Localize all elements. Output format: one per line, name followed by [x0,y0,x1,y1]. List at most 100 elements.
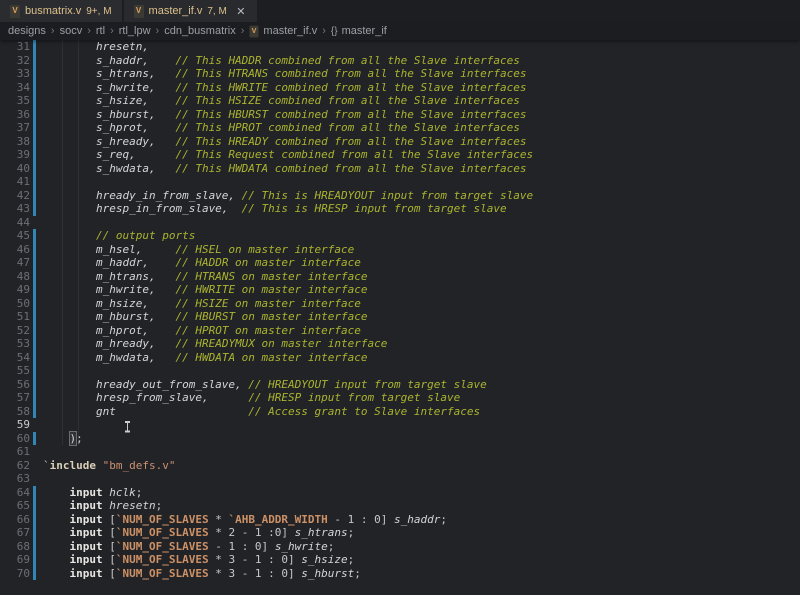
code-text[interactable]: m_hprot, // HPROT on master interface [36,324,361,338]
code-line[interactable]: 51 m_hburst, // HBURST on master interfa… [0,310,800,324]
line-number[interactable]: 39 [0,148,30,162]
code-line[interactable]: 44 [0,216,800,230]
code-line[interactable]: 69 input [`NUM_OF_SLAVES * 3 - 1 : 0] s_… [0,553,800,567]
code-line[interactable]: 32 s_haddr, // This HADDR combined from … [0,54,800,68]
code-line[interactable]: 46 m_hsel, // HSEL on master interface [0,243,800,257]
code-text[interactable]: s_htrans, // This HTRANS combined from a… [36,67,526,81]
code-text[interactable] [36,472,43,486]
line-number[interactable]: 35 [0,94,30,108]
code-text[interactable]: s_hprot, // This HPROT combined from all… [36,121,520,135]
breadcrumb-item-socv[interactable]: socv [60,25,83,37]
code-line[interactable]: 56 hready_out_from_slave, // HREADYOUT i… [0,378,800,392]
line-number[interactable]: 58 [0,405,30,419]
code-line[interactable]: 62`include "bm_defs.v" [0,459,800,473]
code-line[interactable]: 53 m_hready, // HREADYMUX on master inte… [0,337,800,351]
line-number[interactable]: 44 [0,216,30,230]
code-text[interactable]: input [`NUM_OF_SLAVES * `AHB_ADDR_WIDTH … [36,513,447,527]
code-editor[interactable]: 31 hresetn,32 s_haddr, // This HADDR com… [0,40,800,595]
code-text[interactable]: input [`NUM_OF_SLAVES * 3 - 1 : 0] s_hsi… [36,553,354,567]
breadcrumb-item-master_if.v[interactable]: master_if.v [263,25,317,37]
code-line[interactable]: 61 [0,445,800,459]
code-text[interactable]: s_hwrite, // This HWRITE combined from a… [36,81,526,95]
code-text[interactable]: m_hwrite, // HWRITE on master interface [36,283,368,297]
line-number[interactable]: 38 [0,135,30,149]
line-number[interactable]: 69 [0,553,30,567]
code-line[interactable]: 38 s_hready, // This HREADY combined fro… [0,135,800,149]
code-text[interactable]: input [`NUM_OF_SLAVES * 3 - 1 : 0] s_hbu… [36,567,361,581]
line-number[interactable]: 51 [0,310,30,324]
code-text[interactable]: s_hready, // This HREADY combined from a… [36,135,526,149]
line-number[interactable]: 33 [0,67,30,81]
code-text[interactable]: hresetn, [36,40,149,54]
line-number[interactable]: 68 [0,540,30,554]
code-text[interactable]: hready_out_from_slave, // HREADYOUT inpu… [36,378,487,392]
line-number[interactable]: 64 [0,486,30,500]
code-line[interactable]: 66 input [`NUM_OF_SLAVES * `AHB_ADDR_WID… [0,513,800,527]
code-line[interactable]: 54 m_hwdata, // HWDATA on master interfa… [0,351,800,365]
code-text[interactable]: ); [36,432,83,446]
code-text[interactable]: input [`NUM_OF_SLAVES - 1 : 0] s_hwrite; [36,540,334,554]
line-number[interactable]: 56 [0,378,30,392]
code-line[interactable]: 58 gnt // Access grant to Slave interfac… [0,405,800,419]
line-number[interactable]: 50 [0,297,30,311]
line-number[interactable]: 31 [0,40,30,54]
line-number[interactable]: 53 [0,337,30,351]
code-text[interactable]: input hclk; [36,486,142,500]
code-line[interactable]: 50 m_hsize, // HSIZE on master interface [0,297,800,311]
code-line[interactable]: 36 s_hburst, // This HBURST combined fro… [0,108,800,122]
code-line[interactable]: 43 hresp_in_from_slave, // This is HRESP… [0,202,800,216]
code-line[interactable]: 31 hresetn, [0,40,800,54]
code-line[interactable]: 45 // output ports [0,229,800,243]
breadcrumb-item-rtl_lpw[interactable]: rtl_lpw [119,25,151,37]
code-line[interactable]: 39 s_req, // This Request combined from … [0,148,800,162]
code-text[interactable] [36,216,43,230]
code-line[interactable]: 41 [0,175,800,189]
line-number[interactable]: 55 [0,364,30,378]
code-text[interactable]: s_haddr, // This HADDR combined from all… [36,54,520,68]
breadcrumb-item-designs[interactable]: designs [8,25,46,37]
code-line[interactable]: 47 m_haddr, // HADDR on master interface [0,256,800,270]
code-text[interactable] [36,364,43,378]
line-number[interactable]: 49 [0,283,30,297]
line-number[interactable]: 47 [0,256,30,270]
line-number[interactable]: 41 [0,175,30,189]
code-line[interactable]: 67 input [`NUM_OF_SLAVES * 2 - 1 :0] s_h… [0,526,800,540]
code-line[interactable]: 48 m_htrans, // HTRANS on master interfa… [0,270,800,284]
line-number[interactable]: 48 [0,270,30,284]
code-line[interactable]: 60 ); [0,432,800,446]
code-line[interactable]: 35 s_hsize, // This HSIZE combined from … [0,94,800,108]
code-line[interactable]: 68 input [`NUM_OF_SLAVES - 1 : 0] s_hwri… [0,540,800,554]
code-text[interactable]: m_hsel, // HSEL on master interface [36,243,354,257]
line-number[interactable]: 37 [0,121,30,135]
line-number[interactable]: 67 [0,526,30,540]
line-number[interactable]: 61 [0,445,30,459]
line-number[interactable]: 66 [0,513,30,527]
breadcrumb-item-cdn_busmatrix[interactable]: cdn_busmatrix [164,25,236,37]
code-text[interactable]: s_hwdata, // This HWDATA combined from a… [36,162,526,176]
code-text[interactable]: hready_in_from_slave, // This is HREADYO… [36,189,533,203]
tab-busmatrix[interactable]: V busmatrix.v 9+, M [0,0,122,22]
code-text[interactable]: // output ports [36,229,195,243]
line-number[interactable]: 54 [0,351,30,365]
code-text[interactable] [36,175,43,189]
code-line[interactable]: 37 s_hprot, // This HPROT combined from … [0,121,800,135]
code-text[interactable]: `include "bm_defs.v" [36,459,175,473]
code-text[interactable]: m_htrans, // HTRANS on master interface [36,270,368,284]
line-number[interactable]: 36 [0,108,30,122]
close-icon[interactable]: ✕ [235,5,247,18]
code-line[interactable]: 59 [0,418,800,432]
code-line[interactable]: 70 input [`NUM_OF_SLAVES * 3 - 1 : 0] s_… [0,567,800,581]
code-text[interactable]: m_hwdata, // HWDATA on master interface [36,351,368,365]
code-text[interactable]: m_hsize, // HSIZE on master interface [36,297,361,311]
code-text[interactable]: m_haddr, // HADDR on master interface [36,256,361,270]
line-number[interactable]: 63 [0,472,30,486]
code-text[interactable]: gnt // Access grant to Slave interfaces [36,405,480,419]
breadcrumb-item-master_if[interactable]: master_if [342,25,387,37]
code-line[interactable]: 63 [0,472,800,486]
code-line[interactable]: 49 m_hwrite, // HWRITE on master interfa… [0,283,800,297]
code-text[interactable] [36,418,43,432]
code-line[interactable]: 34 s_hwrite, // This HWRITE combined fro… [0,81,800,95]
code-text[interactable] [36,445,43,459]
code-text[interactable]: s_hsize, // This HSIZE combined from all… [36,94,520,108]
code-line[interactable]: 55 [0,364,800,378]
